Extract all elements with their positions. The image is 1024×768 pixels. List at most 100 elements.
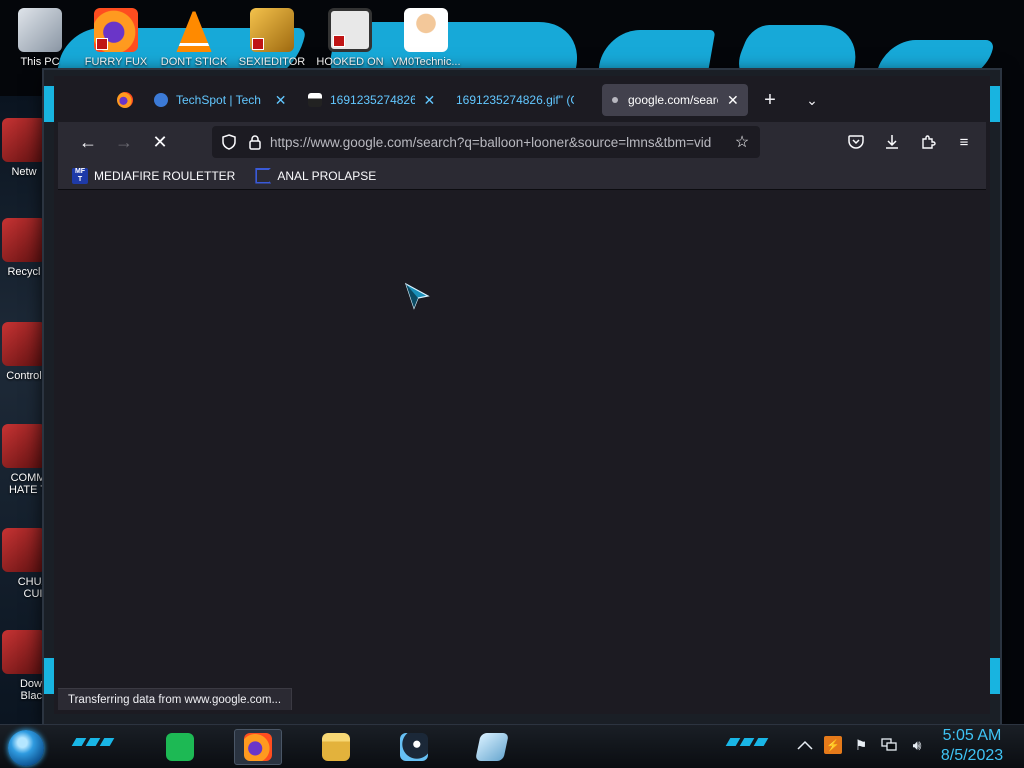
shortcut-arrow-icon [252,38,264,50]
list-all-tabs-button[interactable]: ⌄ [796,84,828,116]
frame-decoration [44,86,54,122]
status-panel: Transferring data from www.google.com... [58,688,293,710]
desktop-icon-sexieditor[interactable]: SEXIEDITOR [234,8,310,68]
bookmarks-toolbar: MF T MEDIAFIRE ROULETTER ANAL PROLAPSE [58,162,986,190]
site-security-lock-icon[interactable] [244,131,266,153]
desktop-icon-label: HOOKED ON [316,56,384,68]
notepad-icon [475,733,509,761]
taskbar-app-firefox[interactable] [234,729,282,765]
desktop-icon-this-pc[interactable]: This PC [2,8,78,68]
taskbar-decoration [71,738,115,746]
control-panel-icon [2,322,46,366]
desktop-icon-label: DONT STICK [160,56,228,68]
desktop-icon-label: VM0Technic... [391,56,461,68]
url-bar[interactable]: ☆ [212,126,760,158]
tab-gif-1[interactable]: 1691235274826.gif ✕ [300,84,444,116]
desktop-icon-hooked-on[interactable]: HOOKED ON [312,8,388,68]
action-center-flag-icon[interactable]: ⚑ [852,736,870,754]
shortcut-arrow-icon [96,38,108,50]
close-icon: ✕ [152,131,168,152]
firefox-view-button[interactable] [108,83,142,117]
shield-icon [222,134,236,150]
chuz-icon [2,528,46,572]
tab-label: 1691235274826.gif" (G [456,93,574,107]
page-content[interactable]: Transferring data from www.google.com... [58,190,986,710]
hamburger-menu-icon: ≡ [959,133,969,151]
tab-bar: TechSpot | Tech E ✕ 1691235274826.gif ✕ … [58,80,986,120]
firefox-icon [94,8,138,52]
firefox-icon [244,733,272,761]
desktop-icon-label: SEXIEDITOR [238,56,306,68]
tab-google-search[interactable]: google.com/search ✕ [602,84,748,116]
taskbar-app-file-explorer[interactable] [312,729,360,765]
arrow-right-icon: → [115,131,133,152]
tab-label: google.com/search [628,93,718,107]
desktop-icon-dont-stick[interactable]: DONT STICK [156,8,232,68]
app-menu-button[interactable]: ≡ [948,126,980,158]
tab-close-icon[interactable]: ✕ [726,92,740,109]
chevron-down-icon: ⌄ [806,91,818,108]
taskbar-app-notes[interactable] [156,729,204,765]
plus-icon: + [764,88,776,111]
download-icon [886,135,898,149]
techspot-icon [154,93,168,107]
tab-close-icon[interactable]: ✕ [273,92,288,109]
toolbar-right-group: ≡ [836,126,980,158]
taskbar-app-notepad[interactable] [468,729,516,765]
start-button[interactable] [8,730,44,766]
mediafire-icon: MF T [72,167,88,184]
tab-label: 1691235274826.gif [330,93,415,107]
mouse-cursor-icon [404,282,430,310]
loading-dot-icon [612,97,618,103]
arrow-left-icon: ← [79,131,97,152]
volume-icon[interactable]: 🔊︎ [908,736,926,754]
tab-techspot[interactable]: TechSpot | Tech E ✕ [146,84,296,116]
lock-icon [249,134,261,150]
vlc-icon [176,8,212,52]
download-icon [2,630,46,674]
frame-decoration [990,86,1000,122]
network-icon[interactable] [880,736,898,754]
frame-decoration [44,658,54,694]
tab-gif-2[interactable]: 1691235274826.gif" (G [448,84,598,116]
tray-app-icon[interactable]: ⚡ [824,736,842,754]
network-monitor-icon [881,738,897,751]
firefox-window: TechSpot | Tech E ✕ 1691235274826.gif ✕ … [44,70,1000,724]
url-input[interactable] [270,130,730,154]
tab-close-icon[interactable]: ✕ [423,92,436,109]
bookmark-icon [255,167,272,184]
money-bag-icon [2,424,46,468]
shortcut-arrow-icon [333,35,345,47]
system-tray: ⚡ ⚑ 🔊︎ [796,736,926,754]
tab-label: TechSpot | Tech E [176,93,266,107]
tracking-protection-shield-icon[interactable] [218,131,240,153]
taskbar-app-steam[interactable] [390,729,438,765]
chevron-up-icon [797,740,813,750]
navigation-toolbar: ← → ✕ ☆ [58,122,986,162]
bookmark-label: ANAL PROLAPSE [277,168,377,183]
extensions-button[interactable] [912,126,944,158]
new-tab-button[interactable]: + [754,84,786,116]
taskbar-decoration [725,738,769,746]
steam-icon [400,733,428,761]
bookmark-star-icon[interactable]: ☆ [730,130,754,154]
clock-time: 5:05 AM [942,727,1002,744]
bookmark-mediafire-rouletter[interactable]: MF T MEDIAFIRE ROULETTER [68,164,239,188]
back-button[interactable]: ← [72,126,104,158]
recycle-bin-icon [2,218,46,262]
hxd-icon [250,8,294,52]
firefox-icon [117,92,133,108]
show-hidden-icons-button[interactable] [796,736,814,754]
desktop-icon-label: FURRY FUX [84,56,148,68]
stop-loading-button[interactable]: ✕ [144,126,176,158]
notes-icon [166,733,194,761]
hooked-on-icon [328,8,372,52]
downloads-button[interactable] [876,126,908,158]
pocket-button[interactable] [840,126,872,158]
desktop-icon-furry-fux[interactable]: FURRY FUX [78,8,154,68]
taskbar-clock[interactable]: 5:05 AM 8/5/2023 [932,726,1012,766]
gif-icon [308,93,322,107]
desktop-icon-vm0technic[interactable]: VM0Technic... [388,8,464,68]
forward-button[interactable]: → [108,126,140,158]
bookmark-anal-prolapse[interactable]: ANAL PROLAPSE [251,164,380,188]
